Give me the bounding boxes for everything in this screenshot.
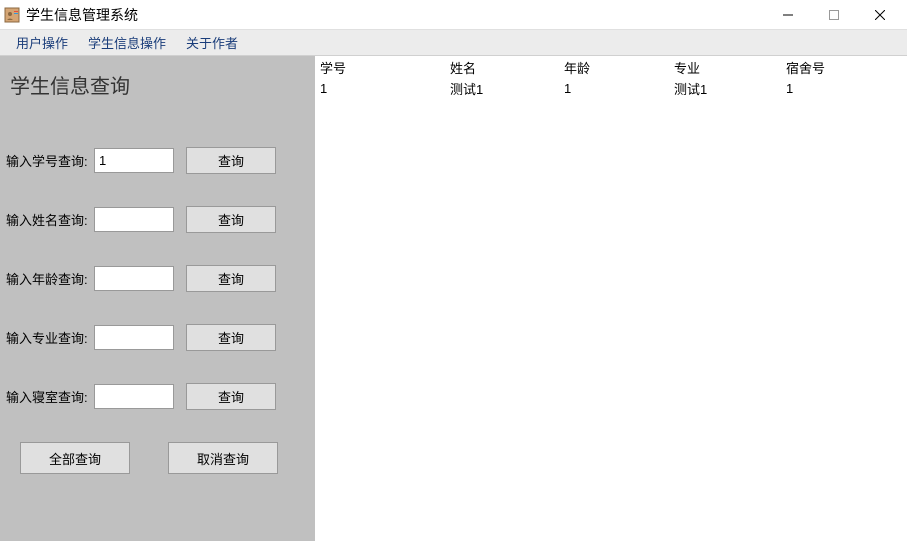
menu-user-ops[interactable]: 用户操作 <box>6 30 78 55</box>
query-input-age[interactable] <box>94 266 174 291</box>
query-input-name[interactable] <box>94 207 174 232</box>
th-id[interactable]: 学号 <box>316 58 446 77</box>
bottom-buttons: 全部查询 取消查询 <box>20 442 309 474</box>
close-button[interactable] <box>857 0 903 30</box>
menu-student-ops[interactable]: 学生信息操作 <box>78 30 176 55</box>
query-row-age: 输入年龄查询: 查询 <box>6 265 309 292</box>
maximize-button[interactable] <box>811 0 857 30</box>
content-area: 学生信息查询 输入学号查询: 查询 输入姓名查询: 查询 输入年龄查询: 查询 … <box>0 56 907 541</box>
query-row-dorm: 输入寝室查询: 查询 <box>6 383 309 410</box>
query-label-name: 输入姓名查询: <box>6 210 92 229</box>
query-button-major[interactable]: 查询 <box>186 324 276 351</box>
query-button-id[interactable]: 查询 <box>186 147 276 174</box>
query-button-name[interactable]: 查询 <box>186 206 276 233</box>
query-input-id[interactable] <box>94 148 174 173</box>
query-button-dorm[interactable]: 查询 <box>186 383 276 410</box>
th-name[interactable]: 姓名 <box>446 58 560 77</box>
query-input-major[interactable] <box>94 325 174 350</box>
window-controls <box>765 0 903 30</box>
td-id: 1 <box>316 81 446 96</box>
th-major[interactable]: 专业 <box>670 58 782 77</box>
query-row-name: 输入姓名查询: 查询 <box>6 206 309 233</box>
query-label-dorm: 输入寝室查询: <box>6 387 92 406</box>
query-row-major: 输入专业查询: 查询 <box>6 324 309 351</box>
menu-about[interactable]: 关于作者 <box>176 30 248 55</box>
th-age[interactable]: 年龄 <box>560 58 670 77</box>
table-header: 学号 姓名 年龄 专业 宿舍号 <box>316 56 907 78</box>
query-sidebar: 学生信息查询 输入学号查询: 查询 输入姓名查询: 查询 输入年龄查询: 查询 … <box>0 56 316 541</box>
cancel-query-button[interactable]: 取消查询 <box>168 442 278 474</box>
query-label-major: 输入专业查询: <box>6 328 92 347</box>
td-major: 测试1 <box>670 79 782 98</box>
td-age: 1 <box>560 81 670 96</box>
th-dorm[interactable]: 宿舍号 <box>782 58 882 77</box>
query-button-age[interactable]: 查询 <box>186 265 276 292</box>
td-dorm: 1 <box>782 81 882 96</box>
query-all-button[interactable]: 全部查询 <box>20 442 130 474</box>
query-row-id: 输入学号查询: 查询 <box>6 147 309 174</box>
query-input-dorm[interactable] <box>94 384 174 409</box>
td-name: 测试1 <box>446 79 560 98</box>
table-row[interactable]: 1 测试1 1 测试1 1 <box>316 78 907 98</box>
titlebar: 学生信息管理系统 <box>0 0 907 30</box>
sidebar-title: 学生信息查询 <box>10 70 309 99</box>
query-label-age: 输入年龄查询: <box>6 269 92 288</box>
app-icon <box>4 7 20 23</box>
minimize-button[interactable] <box>765 0 811 30</box>
window-title: 学生信息管理系统 <box>26 5 765 25</box>
query-label-id: 输入学号查询: <box>6 151 92 170</box>
menubar: 用户操作 学生信息操作 关于作者 <box>0 30 907 56</box>
results-panel: 学号 姓名 年龄 专业 宿舍号 1 测试1 1 测试1 1 <box>316 56 907 541</box>
